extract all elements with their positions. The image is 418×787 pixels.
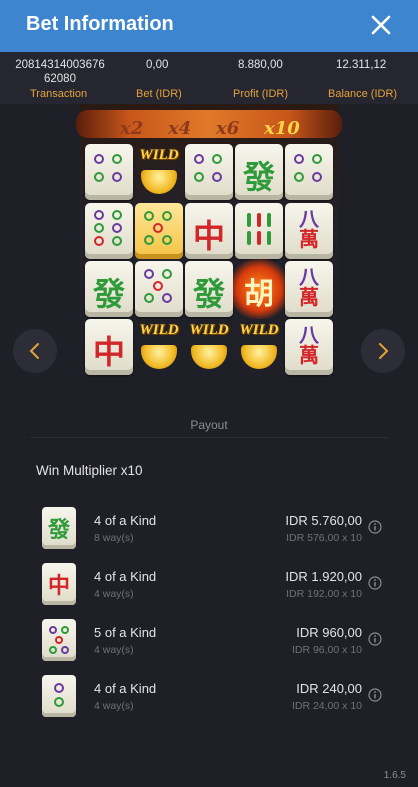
payout-kind: 4 of a Kind — [94, 569, 157, 584]
red-dragon-icon: 中 — [42, 563, 76, 605]
info-icon[interactable] — [368, 520, 382, 534]
payout-ways: 4 way(s) — [94, 588, 134, 600]
payout-kind: 4 of a Kind — [94, 513, 157, 528]
payout-row: 4 of a Kind 4 way(s) IDR 240,00 IDR 24,0… — [0, 675, 418, 723]
reel-grid: x2 x4 x6 x10 WILD 發 中 八 萬 發 發 胡 八 萬 中 WI… — [0, 104, 418, 384]
multiplier-x10-active: x10 — [264, 118, 300, 139]
tile-wild: WILD — [185, 319, 233, 375]
prev-round-button[interactable] — [13, 329, 57, 373]
payout-kind: 4 of a Kind — [94, 681, 157, 696]
tile-eight-wan: 八萬 — [285, 319, 333, 375]
payout-amount: IDR 960,00 — [296, 625, 362, 640]
payout-calculation: IDR 96,00 x 10 — [291, 644, 362, 656]
bet-label: Bet (IDR) — [136, 88, 182, 100]
tile-wild: WILD — [235, 319, 283, 375]
payout-calculation: IDR 24,00 x 10 — [291, 700, 362, 712]
tile-five-dots — [135, 261, 183, 317]
tile-six-dots — [85, 203, 133, 259]
payout-amount: IDR 240,00 — [296, 681, 362, 696]
profit-label: Profit (IDR) — [233, 88, 288, 100]
bet-value: 0,00 — [146, 59, 169, 71]
chevron-right-icon — [379, 343, 389, 359]
transaction-label: Transaction — [30, 88, 88, 100]
multiplier-x6: x6 — [216, 118, 240, 139]
payout-calculation: IDR 576,00 x 10 — [286, 532, 362, 544]
green-dragon-icon: 發 — [42, 507, 76, 549]
transaction-id: 20814314003676 62080 — [15, 59, 105, 85]
balance-label: Balance (IDR) — [328, 88, 398, 100]
tile-wild: WILD — [135, 319, 183, 375]
page-title: Bet Information — [26, 13, 174, 35]
payout-calculation: IDR 192,00 x 10 — [286, 588, 362, 600]
transaction-column: 20814314003676 62080 Transaction — [0, 52, 116, 104]
version-label: 1.6.5 — [383, 770, 406, 781]
tile-four-dots — [85, 144, 133, 200]
multiplier-banner: x2 x4 x6 x10 — [76, 110, 342, 139]
tile-bamboo — [235, 203, 283, 259]
balance-column: 12.311,12 Balance (IDR) — [316, 52, 418, 104]
payout-heading: Payout — [190, 418, 228, 432]
payout-row: 發 4 of a Kind 8 way(s) IDR 5.760,00 IDR … — [0, 507, 418, 555]
close-icon[interactable] — [370, 14, 392, 36]
balance-value: 12.311,12 — [336, 59, 387, 71]
tile-red-dragon: 中 — [85, 319, 133, 375]
info-icon[interactable] — [368, 688, 382, 702]
divider — [30, 437, 388, 438]
tile-wild: WILD — [135, 144, 183, 200]
payout-amount: IDR 1.920,00 — [285, 569, 362, 584]
tile-eight-wan: 八萬 — [285, 203, 333, 259]
info-icon[interactable] — [368, 576, 382, 590]
win-multiplier: Win Multiplier x10 — [36, 463, 143, 478]
payout-ways: 4 way(s) — [94, 644, 134, 656]
tile-green-dragon: 發 — [85, 261, 133, 317]
payout-amount: IDR 5.760,00 — [285, 513, 362, 528]
tile-hu-scatter: 胡 — [233, 259, 285, 319]
five-dots-icon — [42, 619, 76, 661]
bet-column: 0,00 Bet (IDR) — [116, 52, 206, 104]
payout-row: 5 of a Kind 4 way(s) IDR 960,00 IDR 96,0… — [0, 619, 418, 667]
payout-row: 中 4 of a Kind 4 way(s) IDR 1.920,00 IDR … — [0, 563, 418, 611]
tile-green-dragon: 發 — [185, 261, 233, 317]
tile-gold-five-dots — [135, 203, 183, 259]
tile-red-dragon: 中 — [185, 203, 233, 259]
two-dots-icon — [42, 675, 76, 717]
payout-ways: 4 way(s) — [94, 700, 134, 712]
chevron-left-icon — [29, 343, 39, 359]
profit-column: 8.880,00 Profit (IDR) — [206, 52, 316, 104]
next-round-button[interactable] — [361, 329, 405, 373]
info-icon[interactable] — [368, 632, 382, 646]
tile-four-dots — [185, 144, 233, 200]
multiplier-x4: x4 — [168, 118, 192, 139]
header-bar: Bet Information — [0, 0, 418, 52]
tile-green-dragon: 發 — [235, 144, 283, 200]
tile-four-dots — [285, 144, 333, 200]
payout-kind: 5 of a Kind — [94, 625, 157, 640]
payout-ways: 8 way(s) — [94, 532, 134, 544]
profit-value: 8.880,00 — [238, 59, 283, 71]
multiplier-x2: x2 — [120, 118, 144, 139]
tile-eight-wan: 八萬 — [285, 261, 333, 317]
bet-summary: 20814314003676 62080 Transaction 0,00 Be… — [0, 52, 418, 104]
